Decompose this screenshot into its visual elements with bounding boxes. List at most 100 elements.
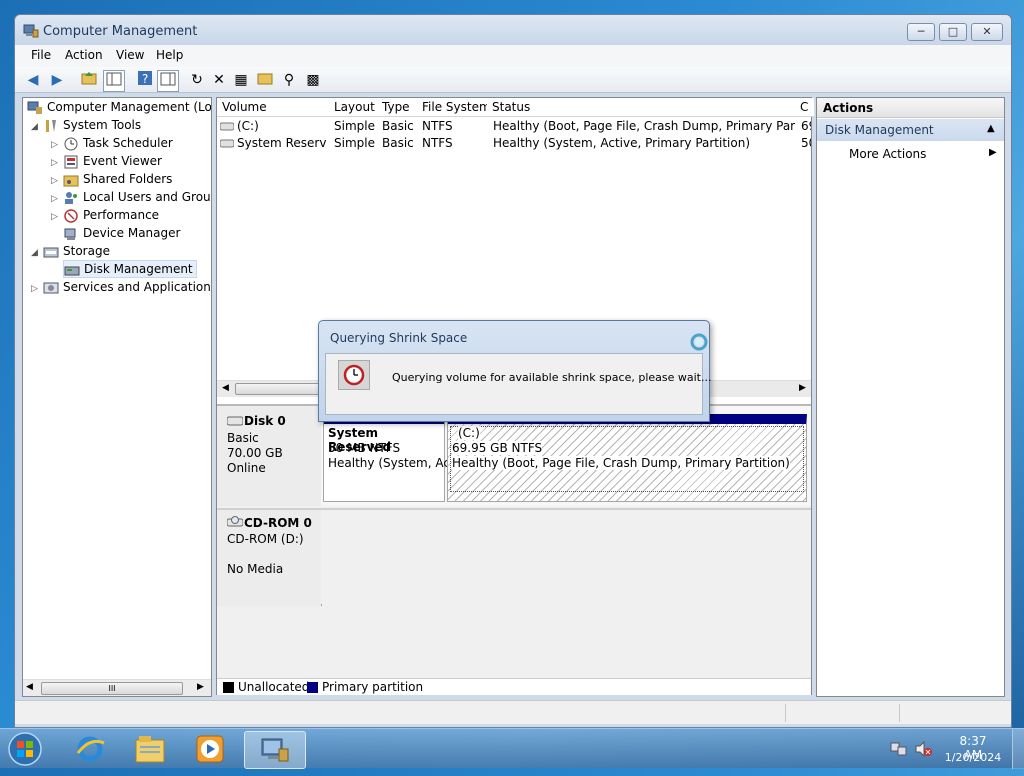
- tree-label: Task Scheduler: [83, 136, 173, 150]
- cell-file-system: NTFS: [422, 136, 453, 150]
- tree-label: Device Manager: [83, 226, 181, 240]
- cell-volume: System Reserved: [237, 136, 327, 150]
- scroll-left-icon[interactable]: ◀: [222, 383, 229, 393]
- menu-help[interactable]: Help: [156, 48, 183, 62]
- search-icon[interactable]: ⚲: [279, 70, 299, 90]
- minimize-button[interactable]: ─: [907, 23, 935, 41]
- table-row[interactable]: (C:) Simple Basic NTFS Healthy (Boot, Pa…: [217, 118, 811, 135]
- window-title: Computer Management: [43, 24, 198, 39]
- tree-label: Local Users and Groups: [83, 190, 212, 204]
- show-desktop-button[interactable]: [1012, 729, 1024, 769]
- tree-item-task-scheduler[interactable]: ▷ Task Scheduler: [51, 134, 173, 152]
- computer-management-taskbar-button[interactable]: [244, 731, 306, 769]
- tree-label: Event Viewer: [83, 154, 162, 168]
- maximize-button[interactable]: □: [939, 23, 967, 41]
- scroll-right-icon[interactable]: ▶: [799, 383, 806, 393]
- computer-management-icon: [23, 23, 39, 39]
- actions-section-disk-management[interactable]: Disk Management ▲: [817, 119, 1004, 141]
- scroll-thumb[interactable]: III: [41, 682, 183, 695]
- taskbar: 8:37 AM 1/20/2024: [0, 728, 1024, 769]
- up-folder-icon[interactable]: [79, 70, 99, 90]
- internet-explorer-icon[interactable]: [62, 731, 118, 767]
- column-header-file-system[interactable]: File System: [417, 98, 493, 117]
- start-button[interactable]: [4, 730, 46, 768]
- partition-name: (C:): [458, 426, 480, 440]
- column-header-capacity[interactable]: C: [797, 98, 814, 117]
- collapse-up-icon[interactable]: ▲: [987, 123, 995, 134]
- cdrom-media: No Media: [227, 562, 284, 576]
- dialog-message: Querying volume for available shrink spa…: [392, 371, 712, 384]
- cdrom-0-label[interactable]: CD-ROM 0 CD-ROM (D:) No Media: [217, 508, 322, 606]
- busy-spinner-icon: [689, 332, 709, 355]
- windows-explorer-icon[interactable]: [122, 731, 178, 767]
- tree-item-device-manager[interactable]: Device Manager: [63, 224, 180, 242]
- menu-file[interactable]: File: [31, 48, 51, 62]
- help-icon[interactable]: ?: [135, 70, 155, 90]
- show-hide-console-tree-icon[interactable]: [103, 70, 125, 92]
- partition-system-reserved[interactable]: System Reserved 50 MB NTFS Healthy (Syst…: [323, 414, 455, 502]
- cell-layout: Simple: [334, 136, 375, 150]
- event-viewer-icon: [63, 155, 79, 169]
- action-more-actions[interactable]: More Actions ▶: [817, 144, 1004, 164]
- submenu-arrow-icon: ▶: [989, 147, 997, 158]
- delete-icon[interactable]: ✕: [209, 70, 229, 90]
- tree-label: Computer Management (Local: [47, 100, 212, 114]
- clock-icon: [63, 137, 79, 151]
- collapse-arrow-icon[interactable]: ◢: [31, 244, 43, 262]
- column-header-volume[interactable]: Volume: [217, 98, 335, 117]
- cell-file-system: NTFS: [422, 119, 453, 133]
- title-bar[interactable]: Computer Management ─ □ ✕: [15, 15, 1011, 47]
- tree-label: Disk Management: [84, 262, 193, 276]
- status-divider: [785, 704, 786, 722]
- tree-item-services-and-applications[interactable]: ▷ Services and Applications: [31, 278, 211, 298]
- scroll-left-icon[interactable]: ◀: [26, 682, 33, 692]
- toolbar: ◀ ▶ ? ↻ ✕ ▦ ⚲ ▩: [15, 67, 1011, 93]
- menu-action[interactable]: Action: [65, 48, 103, 62]
- column-header-status[interactable]: Status: [487, 98, 803, 117]
- volume-muted-tray-icon[interactable]: [914, 740, 932, 760]
- forward-icon[interactable]: ▶: [47, 70, 67, 90]
- disk-state: Online: [227, 461, 266, 475]
- refresh-icon[interactable]: ↻: [187, 70, 207, 90]
- column-header-layout[interactable]: Layout: [329, 98, 383, 117]
- disk-0-label[interactable]: Disk 0 Basic 70.00 GB Online: [217, 406, 322, 506]
- collapse-arrow-icon[interactable]: ◢: [31, 118, 43, 136]
- table-row[interactable]: System Reserved Simple Basic NTFS Health…: [217, 135, 811, 152]
- cell-volume: (C:): [237, 119, 259, 133]
- menu-view[interactable]: View: [116, 48, 144, 62]
- tree-horizontal-scrollbar[interactable]: ◀ III ▶: [23, 679, 211, 696]
- network-tray-icon[interactable]: [890, 741, 908, 760]
- show-hide-action-pane-icon[interactable]: [157, 70, 179, 92]
- properties-icon[interactable]: ▦: [231, 70, 251, 90]
- tree-item-event-viewer[interactable]: ▷ Event Viewer: [51, 152, 162, 170]
- volume-icon: [219, 120, 235, 135]
- back-icon[interactable]: ◀: [23, 70, 43, 90]
- cdrom-icon: [226, 516, 244, 531]
- tree-item-storage[interactable]: ◢ Storage: [31, 242, 110, 260]
- clock-date[interactable]: 1/20/2024: [944, 751, 1002, 764]
- legend-unallocated-label: Unallocated: [238, 680, 310, 694]
- close-button[interactable]: ✕: [971, 23, 1003, 41]
- scroll-right-icon[interactable]: ▶: [197, 682, 204, 692]
- expand-arrow-icon[interactable]: ▷: [51, 208, 63, 226]
- tree-label: Storage: [63, 244, 110, 258]
- open-folder-icon[interactable]: [255, 70, 275, 90]
- tree-item-computer-management[interactable]: Computer Management (Local: [27, 98, 212, 116]
- cell-layout: Simple: [334, 119, 375, 133]
- legend-primary-swatch: [307, 682, 318, 693]
- disk-size: 70.00 GB: [227, 446, 283, 460]
- tree-label: Shared Folders: [83, 172, 173, 186]
- disk-properties-icon[interactable]: ▩: [303, 70, 323, 90]
- tree-item-disk-management[interactable]: Disk Management: [63, 260, 197, 278]
- partition-status: Healthy (System, Act: [328, 456, 455, 470]
- console-tree: Computer Management (Local ◢ System Tools…: [22, 97, 212, 697]
- partition-c-drive[interactable]: (C:) 69.95 GB NTFS Healthy (Boot, Page F…: [447, 414, 807, 502]
- tree-item-local-users[interactable]: ▷ Local Users and Groups: [51, 188, 212, 206]
- tree-item-performance[interactable]: ▷ Performance: [51, 206, 159, 224]
- disk-management-icon: [64, 263, 80, 277]
- expand-arrow-icon[interactable]: ▷: [31, 280, 43, 298]
- tree-item-shared-folders[interactable]: ▷ Shared Folders: [51, 170, 172, 188]
- cdrom-drive: CD-ROM (D:): [227, 532, 304, 546]
- media-player-icon[interactable]: [182, 731, 238, 767]
- tree-item-system-tools[interactable]: ◢ System Tools: [31, 116, 141, 134]
